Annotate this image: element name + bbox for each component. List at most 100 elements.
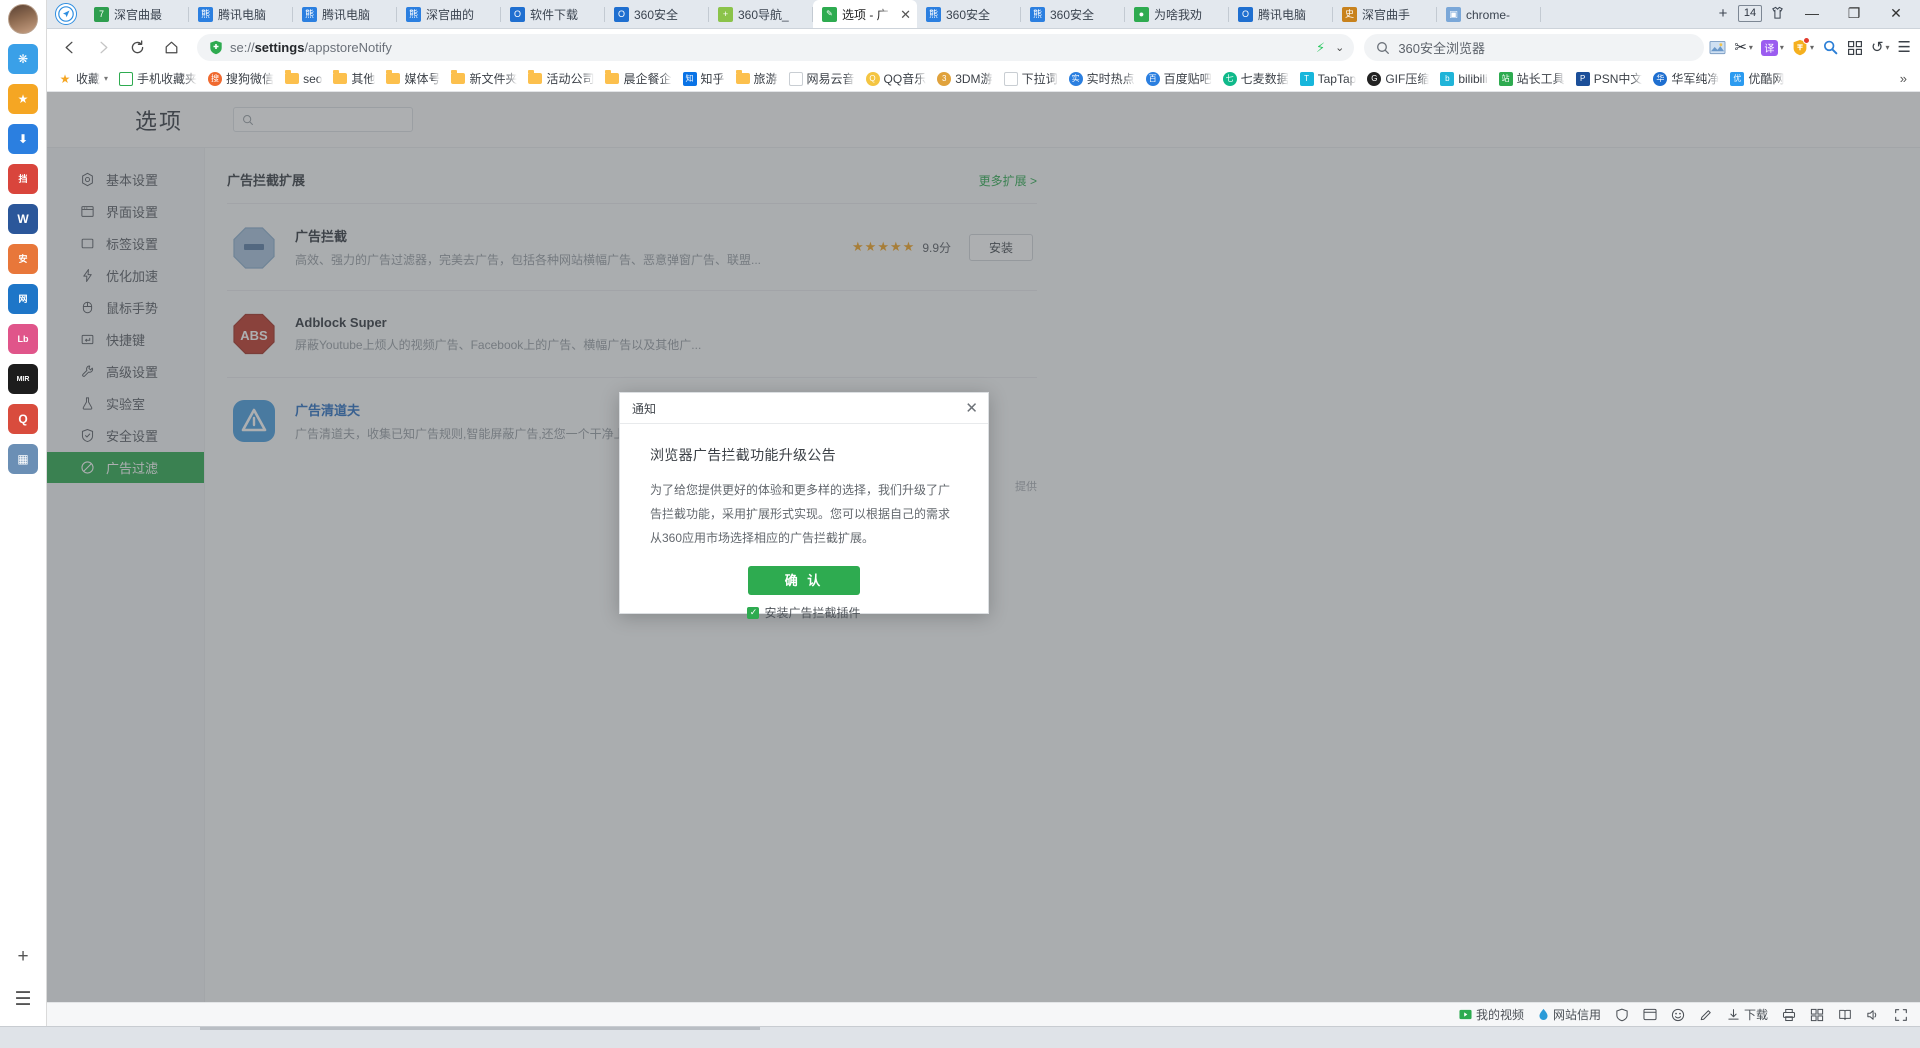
tab-item[interactable]: ● 为啥我劝 xyxy=(1125,1,1229,28)
magnifier-icon[interactable] xyxy=(1819,33,1842,63)
bookmark-item[interactable]: b bilibili xyxy=(1435,70,1492,88)
bookmark-item[interactable]: 站站长工具 xyxy=(1494,68,1570,89)
bookmark-item[interactable]: 下拉词 xyxy=(999,68,1063,89)
bookmark-item[interactable]: 旅游 xyxy=(731,68,783,89)
bookmark-item[interactable]: 3 3DM游 xyxy=(932,68,997,89)
tab-title: 360安全 xyxy=(634,8,679,22)
grid-icon[interactable] xyxy=(1810,1008,1824,1022)
dock-icon-app-mir-black[interactable]: MIR xyxy=(8,364,38,394)
bookmarks-overflow-button[interactable]: » xyxy=(1893,71,1914,86)
tab-item[interactable]: 熊 360安全 xyxy=(917,1,1021,28)
bookmark-item[interactable]: T TapTap xyxy=(1295,70,1362,88)
taptap-icon: T xyxy=(1299,71,1314,86)
bookmark-item[interactable]: 知知乎 xyxy=(678,68,730,89)
search-input[interactable]: 360安全浏览器 xyxy=(1364,34,1705,61)
sogou-icon: 搜 xyxy=(208,71,223,86)
screenshot-icon[interactable] xyxy=(1706,33,1729,63)
translate-icon[interactable]: 译 ▾ xyxy=(1758,33,1787,63)
forward-icon[interactable] xyxy=(87,33,119,63)
dock-menu-icon[interactable]: ☰ xyxy=(8,984,38,1014)
dock-icon-app-blue-net[interactable]: 网 xyxy=(8,284,38,314)
home-icon[interactable] xyxy=(155,33,187,63)
undo-icon[interactable]: ↺ ▾ xyxy=(1868,33,1893,63)
close-icon[interactable]: ✕ xyxy=(965,401,978,416)
bookmark-item[interactable]: 活动公司 xyxy=(523,68,599,89)
maximize-button[interactable]: ❐ xyxy=(1834,0,1874,26)
dock-icon-app-word[interactable]: W xyxy=(8,204,38,234)
tab-item[interactable]: O 软件下载 xyxy=(501,1,605,28)
tab-item[interactable]: O 360安全 xyxy=(605,1,709,28)
reload-icon[interactable] xyxy=(121,33,153,63)
psn-icon: P xyxy=(1575,71,1590,86)
scissors-icon[interactable]: ✂ ▾ xyxy=(1731,33,1756,63)
bookmark-item[interactable]: P PSN中文 xyxy=(1571,68,1648,89)
bookmark-item[interactable]: 其他 xyxy=(328,68,380,89)
bookmark-item[interactable]: ★ 收藏 ▾ xyxy=(53,68,113,89)
bookmark-item[interactable]: 实实时热点 xyxy=(1064,68,1140,89)
tab-active[interactable]: ✎ 选项 - 广 ✕ xyxy=(813,0,917,28)
bookmark-item[interactable]: Q QQ音乐 xyxy=(861,68,932,89)
tab-item[interactable]: 熊 360安全 xyxy=(1021,1,1125,28)
tab-item[interactable]: ▣ chrome- xyxy=(1437,1,1541,28)
new-tab-button[interactable]: + xyxy=(1710,1,1736,25)
address-bar[interactable]: se://settings/appstoreNotify ⚡ ⌄ xyxy=(197,34,1355,61)
minimize-button[interactable]: — xyxy=(1792,0,1832,26)
checkbox-icon[interactable]: ✓ xyxy=(747,606,760,619)
window-icon[interactable] xyxy=(1643,1008,1657,1021)
menu-icon[interactable]: ☰ xyxy=(1895,33,1914,63)
bookmark-item[interactable]: 华华军纯净 xyxy=(1648,68,1724,89)
bookmark-item[interactable]: 晨企餐企 xyxy=(600,68,676,89)
install-plugin-checkbox-row[interactable]: ✓ 安装广告拦截插件 xyxy=(650,604,958,621)
close-window-button[interactable]: ✕ xyxy=(1876,0,1916,26)
shield-icon[interactable] xyxy=(1615,1008,1629,1022)
back-icon[interactable] xyxy=(53,33,85,63)
fullscreen-icon[interactable] xyxy=(1894,1008,1908,1022)
status-download[interactable]: 下载 xyxy=(1727,1006,1768,1023)
status-my-video[interactable]: 我的视频 xyxy=(1459,1006,1524,1023)
bookmark-item[interactable]: 网易云音 xyxy=(784,68,860,89)
dock-icon-app-red-tool[interactable]: 挡 xyxy=(8,164,38,194)
dock-icon-app-baidu-netdisk[interactable]: ⬇ xyxy=(8,124,38,154)
volume-icon[interactable] xyxy=(1866,1008,1880,1022)
tab-item[interactable]: 7 深官曲最 xyxy=(85,1,189,28)
avatar[interactable] xyxy=(8,4,38,34)
bookmark-item[interactable]: 百百度贴吧 xyxy=(1141,68,1217,89)
bookmark-label: 知乎 xyxy=(700,72,725,86)
confirm-button[interactable]: 确 认 xyxy=(748,566,860,595)
bookmark-item[interactable]: 新文件夹 xyxy=(446,68,522,89)
shield-badge-icon[interactable]: ▾ xyxy=(1789,33,1817,63)
chevron-down-icon[interactable]: ⌄ xyxy=(1335,41,1344,54)
tab-item[interactable]: 史深官曲手 xyxy=(1333,1,1437,28)
print-icon[interactable] xyxy=(1782,1008,1796,1022)
tab-item[interactable]: 熊腾讯电脑 xyxy=(293,1,397,28)
bookmark-item[interactable]: 优优酷网 xyxy=(1725,68,1789,89)
dock-icon-app-photo[interactable]: ▦ xyxy=(8,444,38,474)
apps-grid-icon[interactable] xyxy=(1844,33,1866,63)
status-site-credit[interactable]: 网站信用 xyxy=(1538,1006,1601,1023)
bookmark-item[interactable]: 手机收藏夹 xyxy=(114,68,202,89)
dock-icon-app-orange-shield[interactable]: 安 xyxy=(8,244,38,274)
chevron-down-icon[interactable]: ▾ xyxy=(104,74,108,83)
tab-item[interactable]: 熊腾讯电脑 xyxy=(189,1,293,28)
tab-item[interactable]: 熊深官曲的 xyxy=(397,1,501,28)
tab-close-icon[interactable]: ✕ xyxy=(898,8,911,21)
bookmark-item[interactable]: 搜搜狗微信 xyxy=(203,68,279,89)
dock-icon-app-pink-tool[interactable]: Lb xyxy=(8,324,38,354)
dock-icon-app-blue-leaf[interactable]: ❋ xyxy=(8,44,38,74)
tab-title: chrome- xyxy=(1466,7,1511,22)
dock-icon-app-qq[interactable]: Q xyxy=(8,404,38,434)
smiley-icon[interactable] xyxy=(1671,1008,1685,1022)
bookmark-item[interactable]: G GIF压缩 xyxy=(1362,68,1434,89)
bookmark-item[interactable]: 媒体号 xyxy=(381,68,445,89)
bookmark-item[interactable]: seo xyxy=(280,70,327,88)
shirt-icon[interactable] xyxy=(1764,1,1790,25)
dock-add-icon[interactable]: + xyxy=(8,942,38,972)
lightning-icon[interactable]: ⚡ xyxy=(1316,41,1325,54)
tab-item[interactable]: O 腾讯电脑 xyxy=(1229,1,1333,28)
dock-icon-app-favorites[interactable]: ★ xyxy=(8,84,38,114)
pen-icon[interactable] xyxy=(1699,1008,1713,1022)
book-icon[interactable] xyxy=(1838,1008,1852,1022)
bookmark-item[interactable]: 七七麦数据 xyxy=(1218,68,1294,89)
tab-count-badge[interactable]: 14 xyxy=(1738,4,1762,22)
tab-item[interactable]: +360导航_ xyxy=(709,1,813,28)
